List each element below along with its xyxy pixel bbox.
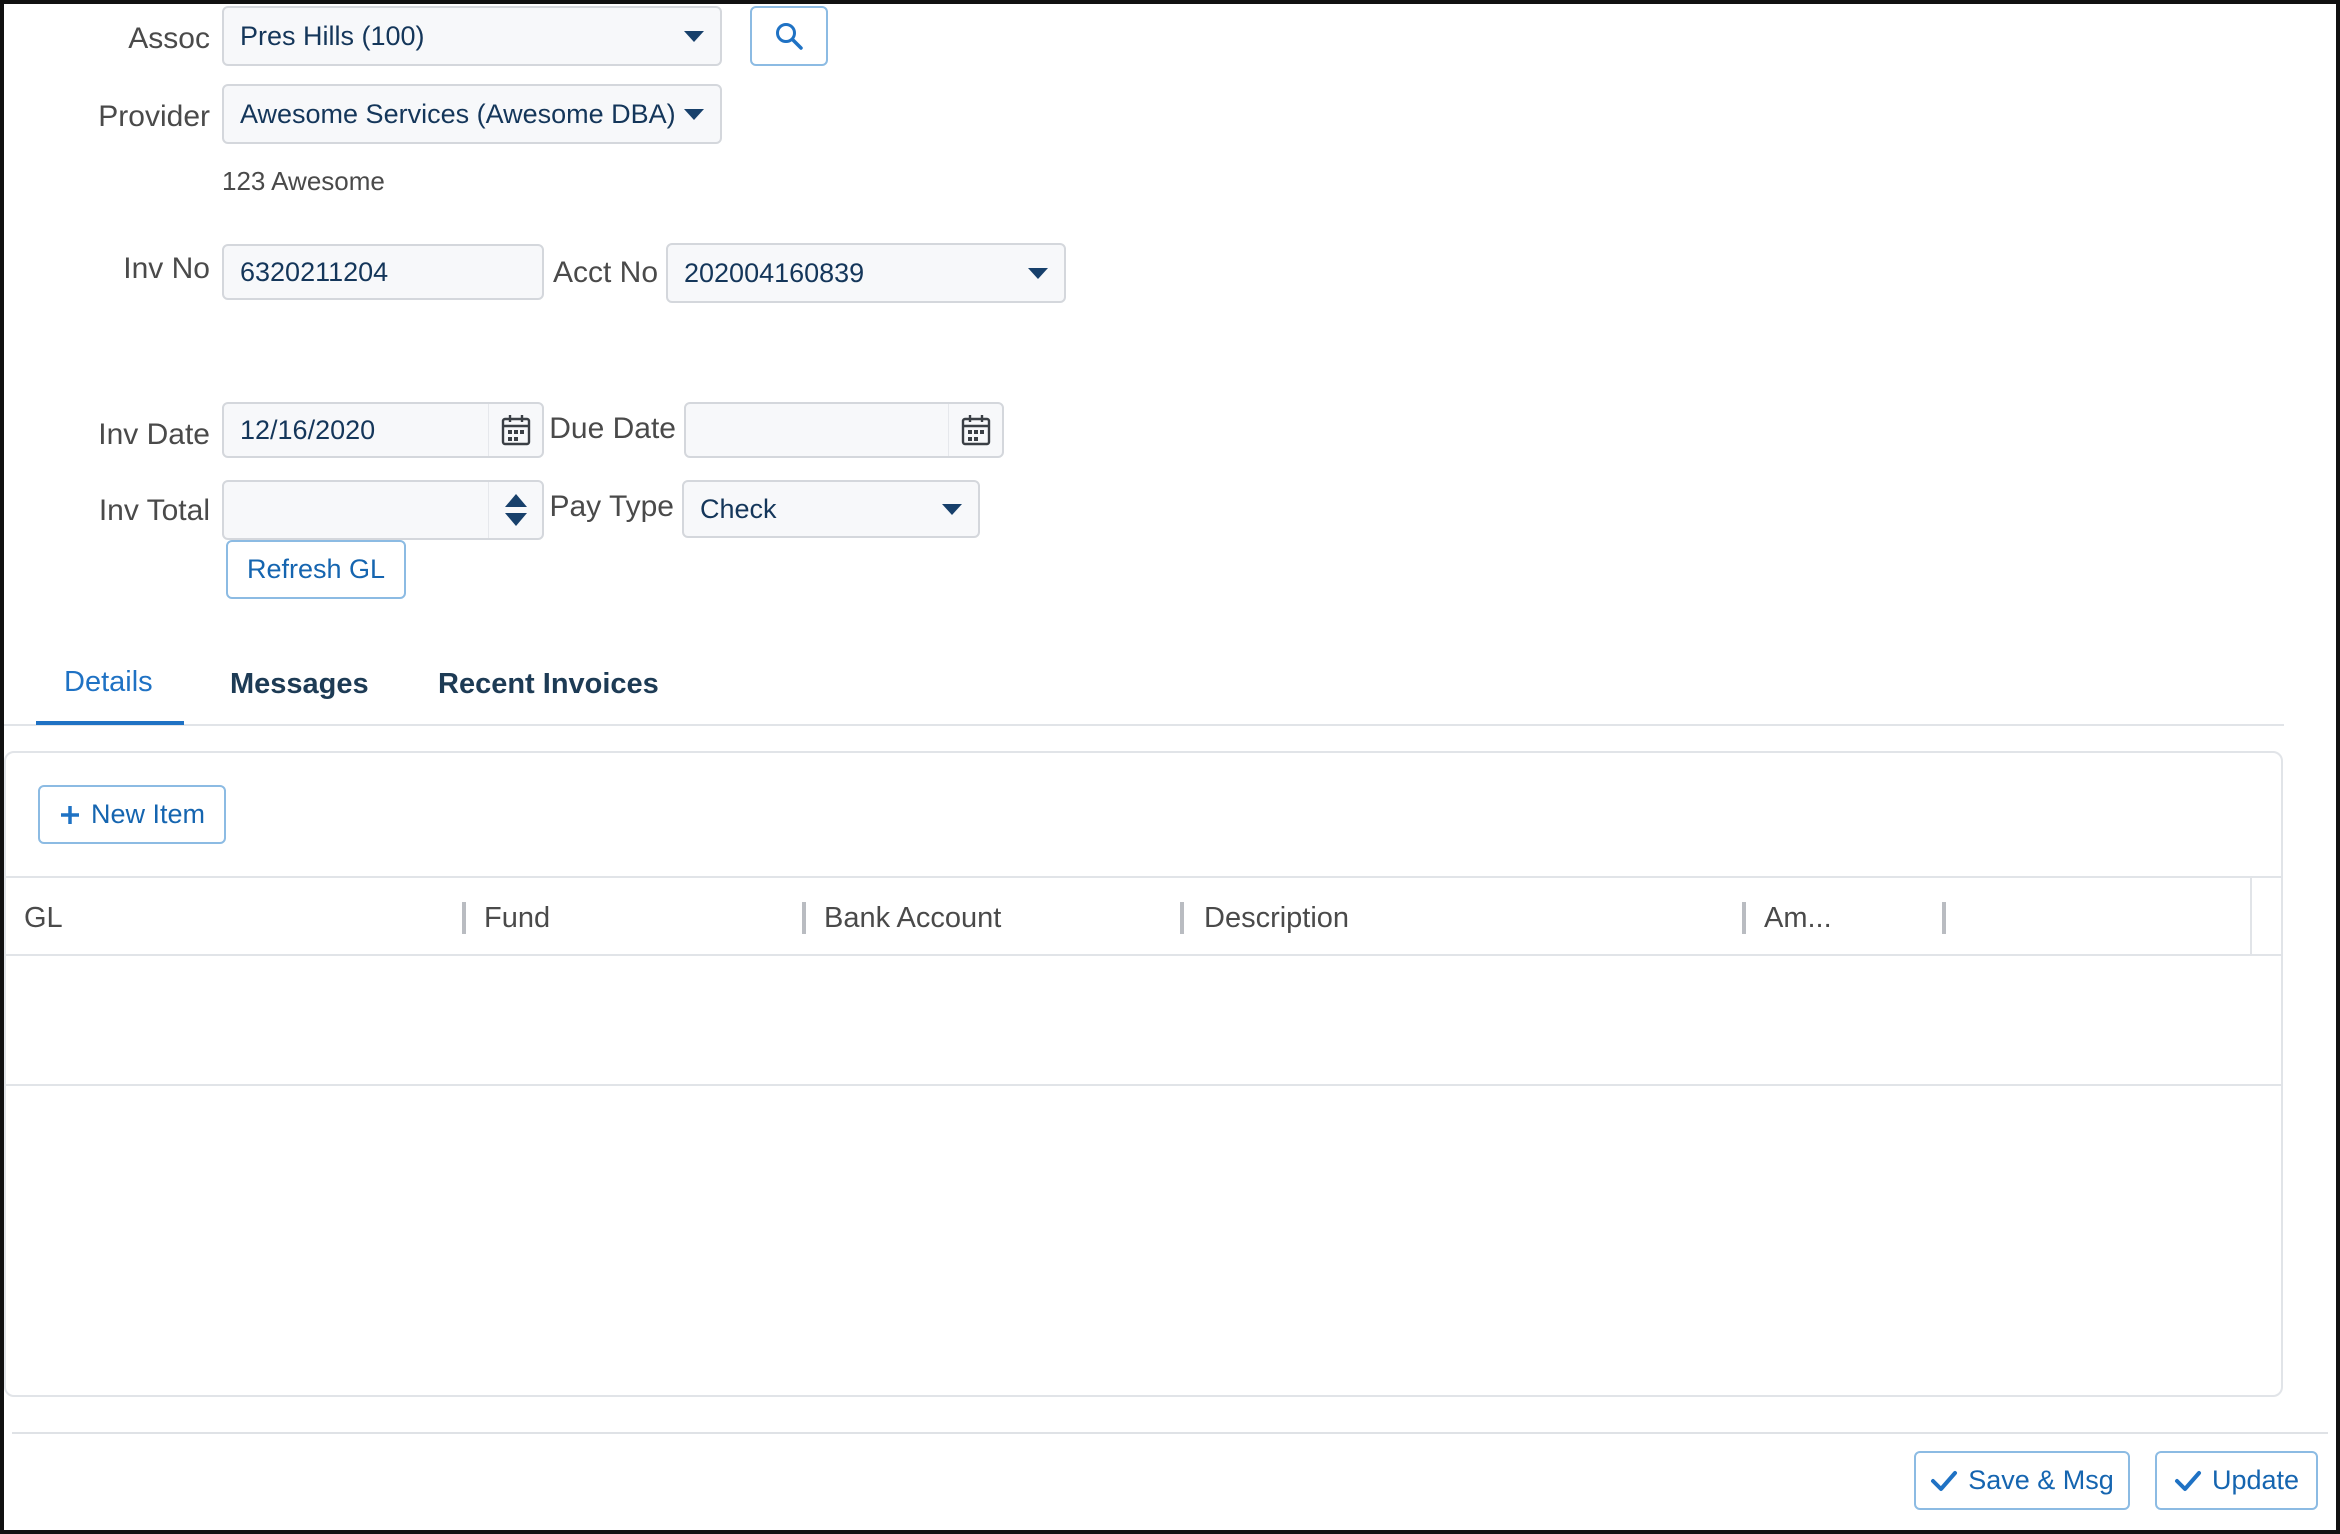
new-item-button[interactable]: New Item	[38, 785, 226, 844]
column-resize-handle[interactable]	[1180, 902, 1184, 934]
column-resize-handle[interactable]	[1942, 902, 1946, 934]
tab-details[interactable]: Details	[64, 666, 153, 699]
pay-type-select[interactable]: Check	[682, 480, 980, 538]
pay-type-value: Check	[700, 493, 777, 524]
search-icon	[776, 23, 803, 50]
provider-value: Awesome Services (Awesome DBA)	[240, 98, 676, 129]
inv-total-stepper[interactable]	[488, 482, 542, 538]
inv-date-label: Inv Date	[98, 418, 210, 451]
inv-no-label: Inv No	[123, 252, 210, 285]
acct-no-value: 202004160839	[684, 257, 865, 288]
chevron-down-icon	[684, 30, 704, 42]
details-panel	[4, 751, 2283, 1397]
calendar-icon	[961, 415, 990, 446]
refresh-gl-button[interactable]: Refresh GL	[226, 540, 406, 599]
inv-date-input[interactable]: 12/16/2020	[222, 402, 544, 458]
search-button[interactable]	[750, 6, 828, 66]
chevron-down-icon	[942, 503, 962, 515]
grid-header: GL Fund Bank Account Description Am...	[4, 876, 2283, 956]
new-item-label: New Item	[90, 799, 206, 829]
calendar-icon	[501, 415, 530, 446]
column-header-bank-account[interactable]: Bank Account	[824, 902, 1001, 935]
column-header-description[interactable]: Description	[1204, 902, 1349, 935]
plus-icon	[60, 805, 79, 824]
chevron-down-icon	[684, 108, 704, 120]
pay-type-label: Pay Type	[549, 490, 674, 523]
grid-row-divider	[4, 1084, 2283, 1086]
assoc-value: Pres Hills (100)	[240, 20, 425, 51]
active-tab-indicator	[36, 721, 184, 725]
save-and-msg-button[interactable]: Save & Msg	[1914, 1451, 2130, 1510]
acct-no-select[interactable]: 202004160839	[666, 243, 1066, 303]
check-icon	[2174, 1470, 2201, 1491]
due-date-picker-button[interactable]	[948, 404, 1002, 456]
provider-select[interactable]: Awesome Services (Awesome DBA)	[222, 84, 722, 144]
update-button[interactable]: Update	[2155, 1451, 2318, 1510]
refresh-gl-label: Refresh GL	[246, 554, 386, 584]
inv-no-value: 6320211204	[240, 256, 389, 287]
column-resize-handle[interactable]	[462, 902, 466, 934]
inv-total-input[interactable]	[222, 480, 544, 540]
provider-address: 123 Awesome	[222, 166, 385, 196]
save-and-msg-label: Save & Msg	[1968, 1465, 2114, 1495]
column-resize-handle[interactable]	[1742, 902, 1746, 934]
assoc-select[interactable]: Pres Hills (100)	[222, 6, 722, 66]
sort-stepper-icon	[504, 494, 527, 526]
grid-scrollbar-gutter	[2250, 878, 2252, 954]
inv-date-picker-button[interactable]	[488, 404, 542, 456]
acct-no-label: Acct No	[552, 256, 658, 289]
due-date-label: Due Date	[549, 412, 676, 445]
column-resize-handle[interactable]	[802, 902, 806, 934]
inv-no-input[interactable]: 6320211204	[222, 244, 544, 300]
provider-label: Provider	[98, 100, 210, 133]
check-icon	[1931, 1470, 1958, 1491]
column-header-gl[interactable]: GL	[24, 902, 63, 935]
tabs-divider	[4, 724, 2284, 726]
column-header-amount[interactable]: Am...	[1764, 902, 1832, 935]
assoc-label: Assoc	[128, 22, 210, 55]
due-date-input[interactable]	[684, 402, 1004, 458]
footer-divider	[12, 1432, 2328, 1434]
column-header-fund[interactable]: Fund	[484, 902, 550, 935]
tab-recent-invoices[interactable]: Recent Invoices	[438, 668, 659, 701]
chevron-down-icon	[1028, 267, 1048, 279]
inv-date-value: 12/16/2020	[240, 414, 376, 445]
update-label: Update	[2211, 1465, 2300, 1495]
inv-total-label: Inv Total	[98, 494, 210, 527]
tab-messages[interactable]: Messages	[230, 668, 369, 701]
